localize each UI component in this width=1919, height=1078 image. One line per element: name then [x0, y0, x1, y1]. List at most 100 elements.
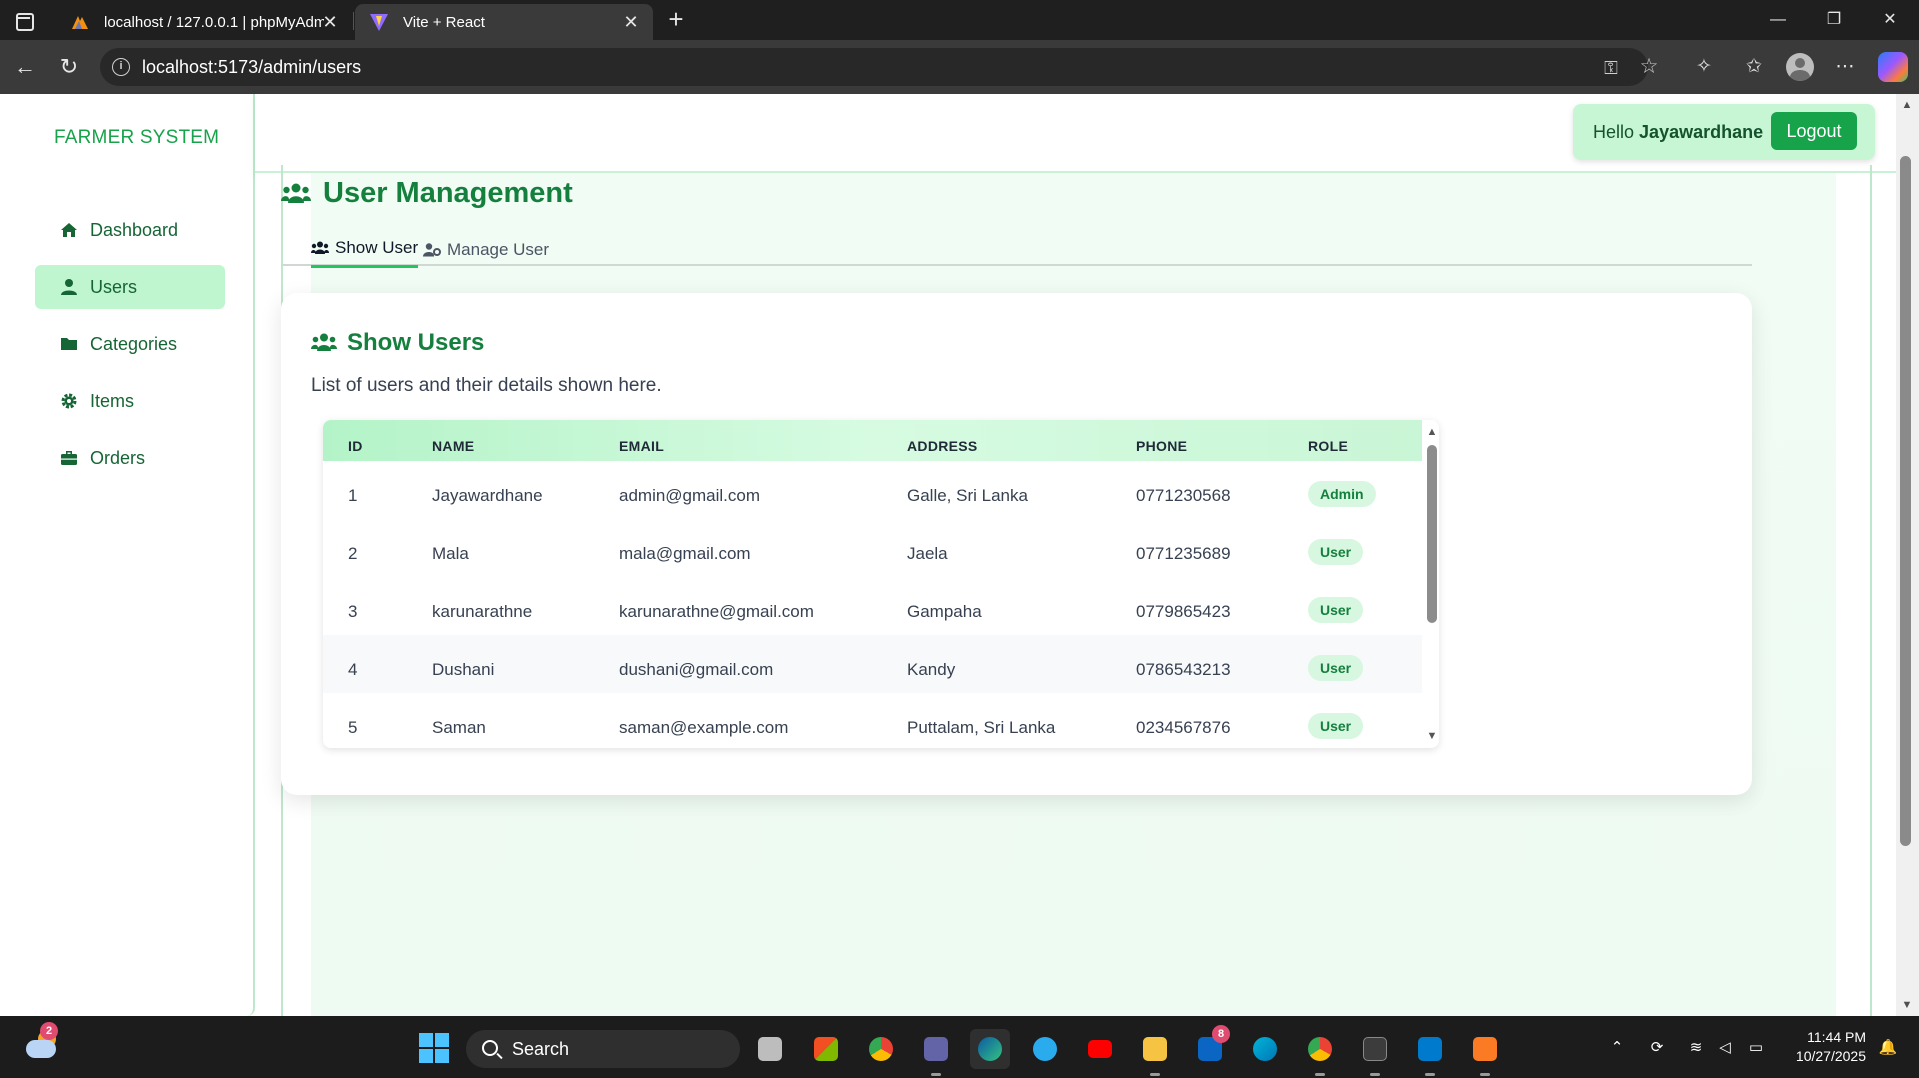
role-badge: User [1308, 539, 1364, 565]
cell-phone: 0779865423 [1136, 602, 1231, 621]
role-badge: User [1308, 655, 1364, 681]
file-explorer-icon[interactable] [1135, 1029, 1175, 1076]
cell-name: Mala [432, 544, 469, 563]
vscode-icon[interactable] [1410, 1029, 1450, 1076]
wifi-icon[interactable]: ≋ [1686, 1038, 1706, 1058]
new-tab-plus-icon[interactable]: + [662, 6, 690, 34]
sidebar-item-items[interactable]: Items [35, 379, 225, 423]
tab-title: Vite + React [403, 13, 485, 31]
cell-phone: 0234567876 [1136, 718, 1231, 737]
volume-icon[interactable]: ◁ [1715, 1038, 1735, 1058]
content-panel: User Management Show User Manage User Sh… [281, 173, 1836, 1016]
role-badge: Admin [1308, 481, 1376, 507]
tab-actions-icon[interactable] [10, 8, 36, 32]
page-title-text: User Management [323, 177, 573, 209]
cell-id: 3 [348, 602, 358, 621]
user-gear-icon [423, 242, 441, 256]
teams-icon[interactable] [916, 1029, 956, 1076]
scroll-down-arrow-icon[interactable]: ▼ [1425, 730, 1439, 742]
extensions-puzzle-icon[interactable]: ✧ [1690, 53, 1718, 81]
browser-toolbar: ← ↻ i localhost:5173/admin/users ⚿ ☆ ✧ ✩… [0, 40, 1919, 94]
chevron-up-icon[interactable]: ⌃ [1607, 1038, 1627, 1058]
windows-start-icon[interactable] [419, 1033, 449, 1063]
scroll-down-arrow-icon[interactable]: ▼ [1900, 998, 1914, 1012]
table-scrollbar-thumb[interactable] [1427, 445, 1437, 623]
users-group-icon [311, 241, 329, 254]
sidebar-item-orders[interactable]: Orders [35, 436, 225, 480]
browser-tab-phpmyadmin[interactable]: localhost / 127.0.0.1 | phpMyAdm ✕ [56, 4, 352, 40]
cell-phone: 0771230568 [1136, 486, 1231, 505]
favorites-collection-icon[interactable]: ✩ [1740, 53, 1768, 81]
telegram-icon[interactable] [1025, 1029, 1065, 1069]
close-tab-icon[interactable]: ✕ [320, 12, 340, 32]
role-badge: User [1308, 597, 1364, 623]
star-favorite-icon[interactable]: ☆ [1638, 56, 1660, 78]
cell-address: Puttalam, Sri Lanka [907, 718, 1056, 737]
weather-badge: 2 [40, 1022, 58, 1040]
tab-divider [353, 12, 354, 30]
profile-avatar-icon[interactable] [1786, 53, 1814, 81]
restore-window-icon[interactable]: ❐ [1806, 0, 1862, 40]
site-info-icon[interactable]: i [112, 58, 130, 76]
battery-icon[interactable]: ▭ [1746, 1038, 1766, 1058]
taskbar-search[interactable]: Search [466, 1030, 740, 1068]
sidebar-item-users[interactable]: Users [35, 265, 225, 309]
taskbar-clock[interactable]: 11:44 PM 10/27/2025 [1780, 1028, 1866, 1066]
greeting-word: Hello [1593, 122, 1635, 142]
cell-name: Dushani [432, 660, 495, 679]
tab-show-user[interactable]: Show User [311, 235, 419, 268]
cell-phone: 0771235689 [1136, 544, 1231, 563]
reload-icon[interactable]: ↻ [54, 52, 84, 82]
url-text: localhost:5173/admin/users [142, 57, 362, 77]
cell-id: 5 [348, 718, 358, 737]
back-arrow-icon[interactable]: ← [10, 52, 40, 82]
cell-phone: 0786543213 [1136, 660, 1231, 679]
tab-label: Show User [335, 238, 419, 257]
edge-browser-icon[interactable] [970, 1029, 1010, 1069]
column-header-role: ROLE [1308, 438, 1349, 454]
brand-logo-text[interactable]: FARMER SYSTEM [54, 127, 219, 149]
user-greeting-box: Hello Jayawardhane Logout [1573, 104, 1875, 160]
sidebar-item-dashboard[interactable]: Dashboard [35, 208, 225, 252]
search-icon [482, 1040, 498, 1056]
linkedin-badge: 8 [1212, 1025, 1230, 1043]
cell-name: Saman [432, 718, 486, 737]
browser-tab-vite[interactable]: Vite + React ✕ [355, 4, 653, 40]
youtube-icon[interactable] [1080, 1029, 1120, 1069]
tab-title: localhost / 127.0.0.1 | phpMyAdm [104, 13, 324, 31]
cell-email: karunarathne@gmail.com [619, 602, 814, 621]
sync-icon[interactable]: ⟳ [1647, 1038, 1667, 1058]
copilot-app-icon[interactable] [1245, 1029, 1285, 1069]
clock-time: 11:44 PM [1807, 1029, 1866, 1045]
cell-name: karunarathne [432, 602, 533, 621]
xampp-icon[interactable] [1465, 1029, 1505, 1076]
tab-label: Manage User [447, 239, 550, 259]
address-bar[interactable]: i localhost:5173/admin/users ⚿ ☆ [100, 48, 1658, 86]
minimize-window-icon[interactable]: — [1750, 0, 1806, 40]
more-menu-icon[interactable]: ⋯ [1831, 53, 1859, 81]
sidebar-item-label: Users [90, 276, 138, 297]
close-tab-icon[interactable]: ✕ [621, 12, 641, 32]
cell-address: Jaela [907, 544, 948, 563]
vite-favicon-icon [370, 14, 388, 31]
microsoft-store-icon[interactable] [806, 1029, 846, 1069]
close-window-icon[interactable]: ✕ [1862, 0, 1918, 40]
copilot-icon[interactable] [1878, 52, 1908, 82]
scroll-up-arrow-icon[interactable]: ▲ [1900, 98, 1914, 112]
terminal-icon[interactable] [1355, 1029, 1395, 1076]
chrome-profile-icon[interactable] [1300, 1029, 1340, 1076]
home-icon [61, 223, 77, 237]
column-header-phone: PHONE [1136, 438, 1188, 454]
logout-button[interactable]: Logout [1771, 112, 1857, 150]
task-view-icon[interactable] [750, 1029, 790, 1069]
cell-address: Gampaha [907, 602, 982, 621]
notification-bell-icon[interactable]: 🔔 [1878, 1038, 1898, 1058]
scroll-up-arrow-icon[interactable]: ▲ [1425, 426, 1439, 438]
page-scrollbar-thumb[interactable] [1900, 156, 1911, 846]
sidebar-item-categories[interactable]: Categories [35, 322, 225, 366]
tab-manage-user[interactable]: Manage User [423, 235, 549, 268]
key-icon[interactable]: ⚿ [1600, 57, 1622, 79]
greeting-text: Hello Jayawardhane [1593, 122, 1763, 143]
table-row[interactable]: 5 Saman saman@example.com Puttalam, Sri … [323, 693, 1422, 748]
chrome-icon[interactable] [861, 1029, 901, 1069]
